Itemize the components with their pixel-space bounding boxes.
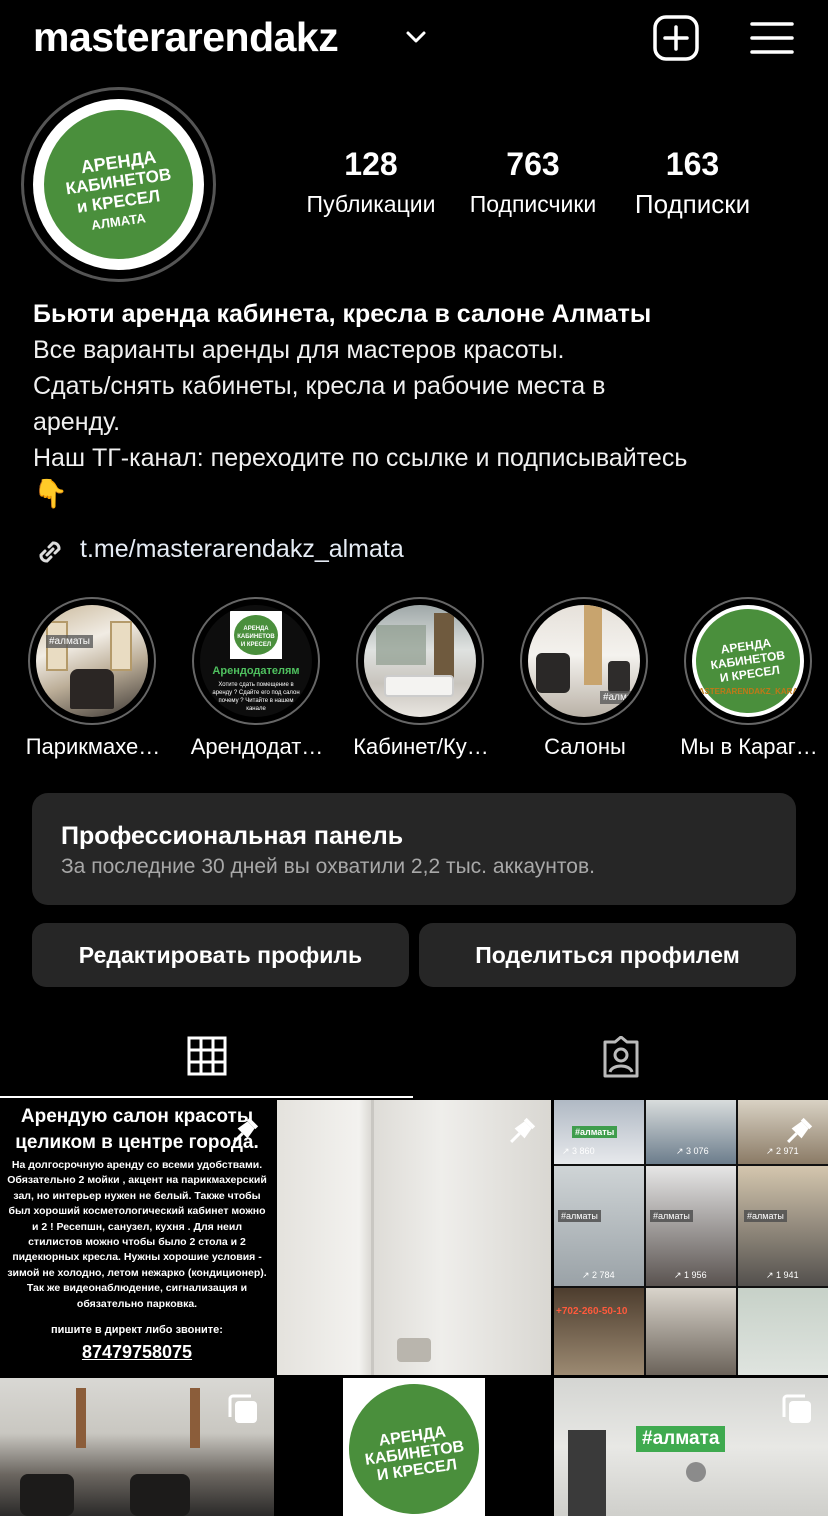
carousel-icon bbox=[228, 1394, 257, 1423]
bio-line: аренду. bbox=[33, 408, 121, 436]
tab-posts-grid[interactable] bbox=[0, 1020, 414, 1098]
post-thumbnail[interactable]: #алматы #алматы #алматы #алматы ↗ 3 860 … bbox=[554, 1100, 828, 1375]
dashboard-subtitle: За последние 30 дней вы охватили 2,2 тыс… bbox=[61, 855, 595, 878]
avatar[interactable]: АРЕНДА КАБИНЕТОВ и КРЕСЕЛ АЛМАТА bbox=[33, 99, 204, 270]
profile-bio: Бьюти аренда кабинета, кресла в салоне А… bbox=[33, 296, 813, 512]
highlight-logo: АРЕНДА КАБИНЕТОВ И КРЕСЕЛ bbox=[692, 605, 804, 717]
stat-posts[interactable]: 128 Публикации bbox=[296, 146, 446, 218]
post-thumbnail[interactable] bbox=[0, 1378, 274, 1516]
active-tab-indicator bbox=[0, 1096, 413, 1098]
highlight-cover: АРЕНДА КАБИНЕТОВ И КРЕСЕЛ MASTERARENDAKZ_K… bbox=[692, 605, 804, 717]
bio-line: Наш ТГ-канал: переходите по ссылке и под… bbox=[33, 444, 688, 472]
collage-tag: #алматы bbox=[744, 1210, 787, 1222]
view-count: ↗ 3 076 bbox=[676, 1146, 709, 1156]
stat-following-label: Подписки bbox=[634, 189, 751, 219]
view-count: ↗ 1 941 bbox=[766, 1270, 799, 1280]
view-count: ↗ 1 956 bbox=[674, 1270, 707, 1280]
pin-icon bbox=[787, 1117, 813, 1143]
chevron-down-icon[interactable] bbox=[404, 27, 428, 47]
view-count: ↗ 2 784 bbox=[582, 1270, 615, 1280]
tab-tagged[interactable] bbox=[414, 1020, 828, 1098]
highlight-cover: #алматы bbox=[528, 605, 640, 717]
collage-phone: +702-260-50-10 bbox=[556, 1306, 628, 1317]
highlight-logo: АРЕНДА КАБИНЕТОВ И КРЕСЕЛ bbox=[230, 611, 282, 659]
link-icon bbox=[39, 541, 61, 563]
post-phone: 87479758075 bbox=[81, 1342, 193, 1362]
highlight-label: Кабинет/Ку… bbox=[353, 734, 489, 759]
account-username[interactable]: masterarendakz bbox=[33, 14, 339, 61]
highlight-caption: MASTERARENDAKZ_KARAGANDA bbox=[692, 687, 804, 696]
create-post-icon[interactable] bbox=[652, 14, 700, 62]
stat-followers[interactable]: 763 Подписчики bbox=[458, 146, 608, 218]
highlight-cover: #алматы bbox=[36, 605, 148, 717]
pin-icon bbox=[233, 1117, 259, 1143]
highlight-cover: АРЕНДА КАБИНЕТОВ И КРЕСЕЛ Арендодателям Хо… bbox=[200, 605, 312, 717]
bio-line: Все варианты аренды для мастеров красоты… bbox=[33, 336, 565, 364]
dashboard-title: Профессиональная панель bbox=[61, 822, 404, 850]
highlight-label: Парикмахе… bbox=[25, 734, 161, 759]
top-bar: masterarendakz bbox=[0, 0, 828, 80]
stat-posts-count: 128 bbox=[344, 146, 398, 182]
stat-followers-label: Подписчики bbox=[469, 191, 597, 217]
carousel-icon bbox=[782, 1394, 811, 1423]
pointing-down-emoji: 👇 bbox=[33, 478, 68, 509]
collage-tag: #алматы bbox=[558, 1210, 601, 1222]
stat-following-count: 163 bbox=[665, 146, 720, 182]
collage-tag: #алматы bbox=[572, 1126, 618, 1138]
highlight-cover bbox=[364, 605, 476, 717]
bio-line: Сдать/снять кабинеты, кресла и рабочие м… bbox=[33, 372, 606, 400]
hamburger-menu-icon[interactable] bbox=[748, 14, 796, 62]
tagged-person-icon bbox=[603, 1036, 639, 1078]
post-thumbnail[interactable]: АРЕНДА КАБИНЕТОВ И КРЕСЕЛ bbox=[277, 1378, 551, 1516]
highlight-tag: #алматы bbox=[46, 635, 93, 648]
bio-link-text[interactable]: t.me/masterarendakz_almata bbox=[80, 535, 404, 564]
collage-tag: #алматы bbox=[650, 1210, 693, 1222]
post-thumbnail[interactable]: Арендую салон красоты целиком в центре г… bbox=[0, 1100, 274, 1375]
post-logo: АРЕНДА КАБИНЕТОВ И КРЕСЕЛ bbox=[340, 1378, 488, 1516]
highlight-label: Салоны bbox=[544, 734, 626, 759]
stat-following[interactable]: 163 Подписки bbox=[620, 146, 765, 220]
post-body: На долгосрочную аренду со всеми удобства… bbox=[7, 1159, 267, 1310]
share-profile-button[interactable]: Поделиться профилем bbox=[419, 923, 796, 987]
bio-title: Бьюти аренда кабинета, кресла в салоне А… bbox=[33, 300, 652, 328]
post-tag: #алмата bbox=[636, 1426, 726, 1452]
grid-icon bbox=[187, 1036, 227, 1076]
post-thumbnail[interactable]: #алмата bbox=[554, 1378, 828, 1516]
highlight-label: Арендодат… bbox=[190, 734, 324, 759]
highlight-label: Мы в Караг… bbox=[680, 734, 818, 759]
stat-followers-count: 763 bbox=[506, 146, 560, 182]
highlight-tag: #алматы bbox=[600, 691, 640, 704]
highlight-caption: Арендодателям bbox=[212, 665, 300, 677]
view-count: ↗ 3 860 bbox=[562, 1146, 595, 1156]
edit-profile-button[interactable]: Редактировать профиль bbox=[32, 923, 409, 987]
professional-dashboard[interactable]: Профессиональная панель За последние 30 … bbox=[32, 793, 796, 905]
post-contact: пишите в директ либо звоните: bbox=[51, 1324, 223, 1336]
post-thumbnail[interactable] bbox=[277, 1100, 551, 1375]
stat-posts-label: Публикации bbox=[306, 191, 436, 217]
pin-icon bbox=[510, 1117, 536, 1143]
avatar-logo: АРЕНДА КАБИНЕТОВ и КРЕСЕЛ АЛМАТА bbox=[44, 110, 193, 259]
highlight-small-text: Хотите сдать помещение в аренду ? Сдайте… bbox=[212, 682, 300, 712]
